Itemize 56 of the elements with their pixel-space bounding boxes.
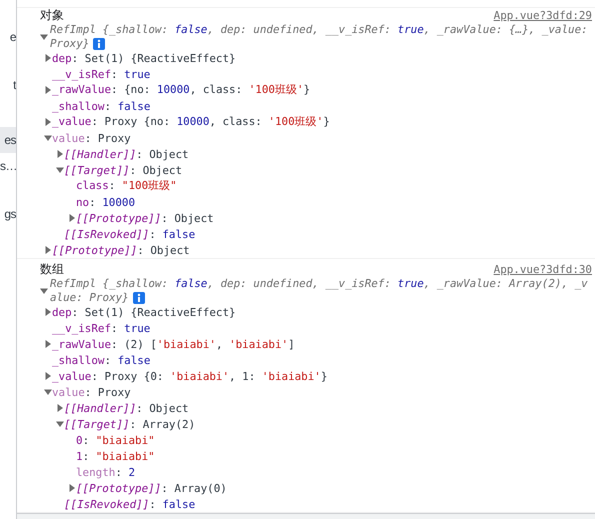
info-icon[interactable] (93, 38, 106, 50)
property-line: [[Target]]: Object (64, 164, 182, 176)
sidebar-item[interactable]: t (0, 72, 16, 98)
info-icon[interactable] (132, 292, 145, 304)
expand-arrow-icon[interactable] (68, 484, 76, 492)
expand-arrow-icon[interactable] (44, 372, 52, 380)
property-line: [[Handler]]: Object (64, 402, 189, 414)
source-link[interactable]: App.vue?3dfd:29 (494, 9, 592, 22)
property-line: [[Target]]: Array(2) (64, 418, 196, 430)
property-line: no: 10000 (76, 196, 136, 208)
collapse-arrow-icon[interactable] (40, 32, 48, 40)
source-link[interactable]: App.vue?3dfd:30 (494, 263, 592, 276)
sidebar-item[interactable]: gs (0, 201, 16, 227)
property-line: _rawValue: (2) ['biaiabi', 'biaiabi'] (52, 338, 295, 350)
collapse-arrow-icon[interactable] (56, 166, 64, 174)
collapse-arrow-icon[interactable] (56, 420, 64, 428)
expand-arrow-icon[interactable] (44, 340, 52, 348)
sidebar-item[interactable]: s… (0, 153, 16, 179)
property-line: [[Handler]]: Object (64, 148, 189, 160)
expand-arrow-icon[interactable] (44, 86, 52, 94)
property-line: [[Prototype]]: Object (76, 212, 214, 224)
expand-arrow-icon[interactable] (44, 118, 52, 126)
expand-arrow-icon[interactable] (68, 214, 76, 222)
expand-arrow-icon[interactable] (44, 246, 52, 254)
expand-arrow-icon[interactable] (56, 150, 64, 158)
property-line: [[Prototype]]: Object (52, 244, 190, 256)
property-line: length: 2 (76, 466, 136, 478)
property-line: class: "100班级" (76, 179, 177, 193)
property-line: __v_isRef: true (52, 322, 150, 334)
property-line: _shallow: false (52, 354, 150, 366)
property-line: value: Proxy (52, 132, 131, 144)
property-line: [[IsRevoked]]: false (64, 498, 196, 510)
collapse-arrow-icon[interactable] (44, 388, 52, 396)
object-summary[interactable]: RefImpl {_shallow: false, dep: undefined, __v_isRef: true, _rawValue: {…}, _value: Proxy} (50, 23, 592, 50)
expand-arrow-icon[interactable] (56, 404, 64, 412)
property-line: value: Proxy (52, 386, 131, 398)
sidebar-item[interactable]: es (0, 127, 16, 153)
property-line: [[Prototype]]: Array(0) (76, 482, 227, 494)
object-summary[interactable]: RefImpl {_shallow: false, dep: undefined, __v_isRef: true, _rawValue: Array(2), _value: Proxy} (50, 277, 592, 304)
expand-arrow-icon[interactable] (44, 308, 52, 316)
property-line: __v_isRef: true (52, 68, 150, 80)
property-line: 0: "biaiabi" (76, 434, 155, 446)
log-label: 对象 (40, 8, 64, 24)
collapse-arrow-icon[interactable] (40, 286, 48, 294)
property-line: _rawValue: {no: 10000, class: '100班级'} (52, 83, 310, 97)
sidebar-item[interactable]: e (0, 24, 16, 50)
property-line: _value: Proxy {0: 'biaiabi', 1: 'biaiabi'} (52, 370, 328, 382)
property-line: 1: "biaiabi" (76, 450, 155, 462)
expand-arrow-icon[interactable] (44, 54, 52, 62)
log-label: 数组 (40, 261, 64, 278)
property-line: dep: Set(1) {ReactiveEffect} (52, 306, 236, 318)
property-line: _shallow: false (52, 100, 150, 112)
property-line: _value: Proxy {no: 10000, class: '100班级'} (52, 115, 330, 129)
collapse-arrow-icon[interactable] (44, 134, 52, 142)
property-line: [[IsRevoked]]: false (64, 228, 196, 240)
property-line: dep: Set(1) {ReactiveEffect} (52, 52, 236, 64)
